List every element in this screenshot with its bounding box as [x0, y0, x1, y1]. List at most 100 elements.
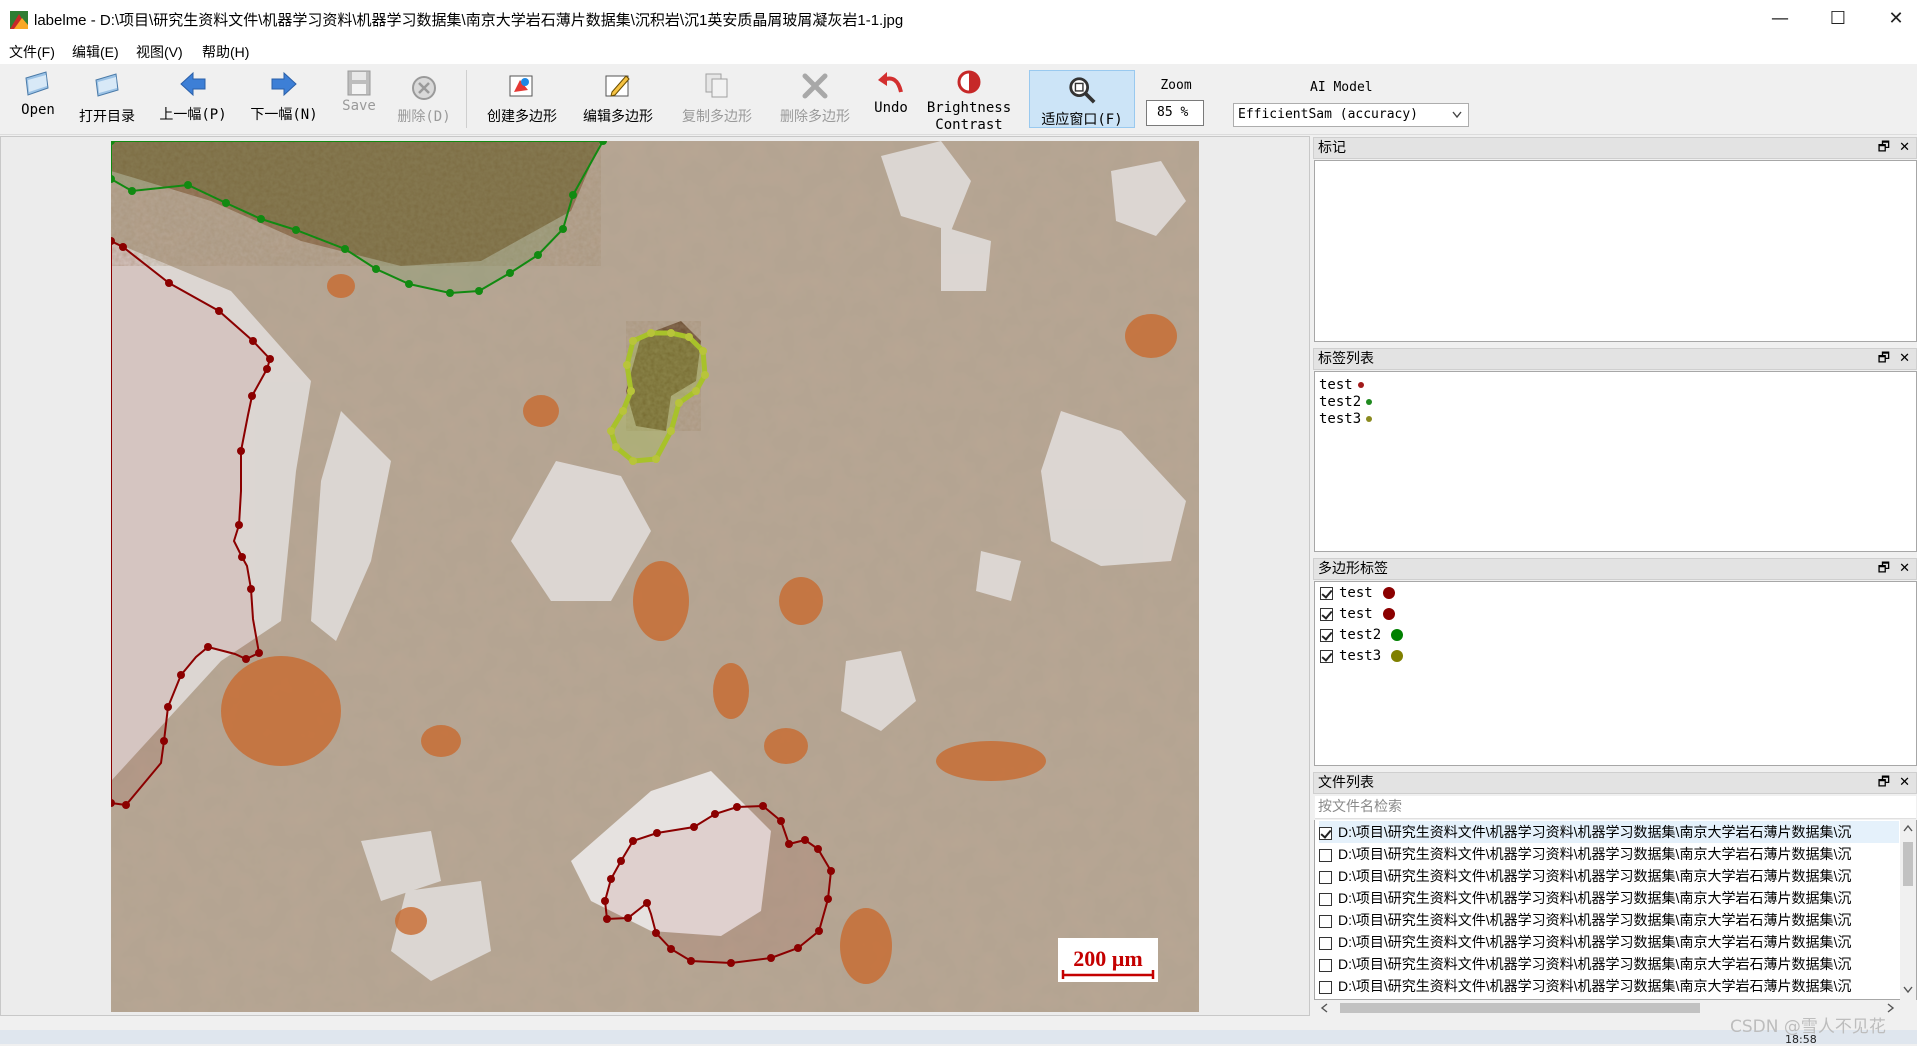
file-path: D:\项目\研究生资料文件\机器学习资料\机器学习数据集\南京大学岩石薄片数据集… — [1338, 978, 1852, 994]
create-polygon-button[interactable]: 创建多边形 — [478, 66, 566, 130]
csdn-watermark: CSDN @雪人不见花 — [1730, 1017, 1886, 1037]
file-list-item[interactable]: D:\项目\研究生资料文件\机器学习资料\机器学习数据集\南京大学岩石薄片数据集… — [1319, 821, 1899, 843]
polygon-label-item[interactable]: test3 — [1320, 648, 1404, 664]
menu-edit[interactable]: 编辑(E) — [72, 42, 119, 62]
file-search-input[interactable]: 按文件名检索 — [1315, 796, 1916, 819]
horizontal-scroll-thumb[interactable] — [1340, 1003, 1700, 1013]
visibility-checkbox[interactable] — [1320, 586, 1333, 600]
menu-file[interactable]: 文件(F) — [9, 42, 55, 62]
os-taskbar — [0, 1030, 1917, 1044]
window-title: labelme - D:\项目\研究生资料文件\机器学习资料\机器学习数据集\南… — [34, 12, 904, 29]
label-list-item[interactable]: test3 — [1319, 411, 1373, 428]
close-icon[interactable]: ✕ — [1899, 349, 1910, 369]
zoom-input[interactable]: 85 % — [1146, 100, 1204, 126]
file-path: D:\项目\研究生资料文件\机器学习资料\机器学习数据集\南京大学岩石薄片数据集… — [1338, 890, 1852, 906]
undo-button[interactable]: Undo — [866, 66, 916, 130]
undo-label: Undo — [874, 100, 908, 116]
polygon-color-dot — [1382, 608, 1395, 620]
next-image-button[interactable]: 下一幅(N) — [245, 66, 323, 130]
edit-polygon-button[interactable]: 编辑多边形 — [574, 66, 662, 130]
file-list-item[interactable]: D:\项目\研究生资料文件\机器学习资料\机器学习数据集\南京大学岩石薄片数据集… — [1319, 975, 1899, 997]
file-path: D:\项目\研究生资料文件\机器学习资料\机器学习数据集\南京大学岩石薄片数据集… — [1338, 956, 1852, 972]
file-checkbox[interactable] — [1319, 936, 1332, 950]
delete-file-label: 删除(D) — [397, 109, 451, 125]
chevron-up-icon[interactable] — [1903, 824, 1913, 832]
polygon-label-item[interactable]: test — [1320, 585, 1395, 601]
brightness-label: Brightness — [926, 100, 1012, 116]
file-list-item[interactable]: D:\项目\研究生资料文件\机器学习资料\机器学习数据集\南京大学岩石薄片数据集… — [1319, 931, 1899, 953]
menu-bar — [0, 40, 1917, 64]
label-color-dot — [1366, 416, 1373, 422]
contrast-label: Contrast — [935, 117, 1003, 133]
label-list-item[interactable]: test — [1319, 377, 1364, 394]
file-checkbox[interactable] — [1319, 980, 1332, 994]
ai-model-select[interactable]: EfficientSam (accuracy) — [1233, 103, 1469, 127]
polygon-label-item[interactable]: test — [1320, 606, 1395, 622]
file-list-item[interactable]: D:\项目\研究生资料文件\机器学习资料\机器学习数据集\南京大学岩石薄片数据集… — [1319, 865, 1899, 887]
chevron-left-icon[interactable] — [1320, 1003, 1328, 1013]
menu-view[interactable]: 视图(V) — [136, 42, 183, 62]
create-polygon-icon — [509, 75, 533, 97]
open-dir-label: 打开目录 — [79, 109, 135, 125]
file-path: D:\项目\研究生资料文件\机器学习资料\机器学习数据集\南京大学岩石薄片数据集… — [1338, 824, 1852, 840]
brightness-contrast-button[interactable]: Brightness Contrast — [926, 66, 1012, 133]
visibility-checkbox[interactable] — [1320, 649, 1333, 663]
brightness-contrast-icon — [957, 70, 981, 94]
float-icon[interactable]: 🗗 — [1878, 773, 1890, 793]
delete-polygon-button[interactable]: 删除多边形 — [771, 66, 859, 130]
edit-polygon-label: 编辑多边形 — [583, 109, 653, 125]
float-icon[interactable]: 🗗 — [1878, 138, 1890, 158]
file-list-item[interactable]: D:\项目\研究生资料文件\机器学习资料\机器学习数据集\南京大学岩石薄片数据集… — [1319, 953, 1899, 975]
file-checkbox[interactable] — [1319, 892, 1332, 906]
open-button[interactable]: Open — [10, 66, 66, 130]
save-disk-icon — [347, 70, 371, 96]
file-list-item[interactable]: D:\项目\研究生资料文件\机器学习资料\机器学习数据集\南京大学岩石薄片数据集… — [1319, 909, 1899, 931]
label-name: test — [1319, 377, 1353, 393]
label-list-panel-title-text: 标签列表 — [1318, 351, 1374, 367]
copy-polygon-button[interactable]: 复制多边形 — [673, 66, 761, 130]
close-icon[interactable]: ✕ — [1899, 559, 1910, 579]
prev-image-label: 上一幅(P) — [159, 107, 227, 123]
file-checkbox[interactable] — [1319, 914, 1332, 928]
polygon-labels-panel-body: test test test2 test3 — [1314, 581, 1917, 766]
file-list-panel-title-text: 文件列表 — [1318, 775, 1374, 791]
fit-window-button[interactable]: 适应窗口(F) — [1029, 70, 1135, 128]
chevron-right-icon[interactable] — [1887, 1003, 1895, 1013]
next-image-label: 下一幅(N) — [250, 107, 318, 123]
save-button[interactable]: Save — [333, 66, 385, 130]
file-list-vertical-scrollbar[interactable] — [1900, 820, 1916, 1000]
minimize-button[interactable]: — — [1751, 0, 1809, 40]
visibility-checkbox[interactable] — [1320, 607, 1333, 621]
annotated-thin-section-image[interactable]: 200 µm — [111, 141, 1199, 1012]
close-icon[interactable]: ✕ — [1899, 773, 1910, 793]
file-checkbox[interactable] — [1319, 826, 1332, 840]
menu-help[interactable]: 帮助(H) — [202, 42, 249, 62]
file-list-item[interactable]: D:\项目\研究生资料文件\机器学习资料\机器学习数据集\南京大学岩石薄片数据集… — [1319, 843, 1899, 865]
vertical-scroll-thumb[interactable] — [1903, 842, 1913, 886]
open-file-icon — [25, 71, 49, 96]
open-dir-button[interactable]: 打开目录 — [72, 66, 142, 130]
polygon-color-dot — [1382, 587, 1395, 599]
zoom-label: Zoom — [1160, 78, 1192, 93]
chevron-down-icon[interactable] — [1903, 986, 1913, 994]
delete-file-button[interactable]: 删除(D) — [396, 66, 452, 130]
visibility-checkbox[interactable] — [1320, 628, 1333, 642]
float-icon[interactable]: 🗗 — [1878, 349, 1890, 369]
file-list-panel-title: 文件列表 🗗 ✕ — [1313, 772, 1917, 794]
save-label: Save — [342, 98, 376, 114]
file-checkbox[interactable] — [1319, 870, 1332, 884]
polygon-labels-panel-title-text: 多边形标签 — [1318, 561, 1388, 577]
close-button[interactable]: ✕ — [1867, 0, 1917, 40]
prev-image-button[interactable]: 上一幅(P) — [154, 66, 232, 130]
close-icon[interactable]: ✕ — [1899, 138, 1910, 158]
file-list-item[interactable]: D:\项目\研究生资料文件\机器学习资料\机器学习数据集\南京大学岩石薄片数据集… — [1319, 887, 1899, 909]
open-label: Open — [21, 102, 55, 118]
flags-panel-title: 标记 🗗 ✕ — [1313, 137, 1917, 159]
label-list-item[interactable]: test2 — [1319, 394, 1373, 411]
float-icon[interactable]: 🗗 — [1878, 559, 1890, 579]
file-checkbox[interactable] — [1319, 958, 1332, 972]
polygon-label-item[interactable]: test2 — [1320, 627, 1404, 643]
maximize-button[interactable]: ☐ — [1809, 0, 1867, 40]
file-checkbox[interactable] — [1319, 848, 1332, 862]
zoom-fit-icon — [1069, 77, 1096, 104]
